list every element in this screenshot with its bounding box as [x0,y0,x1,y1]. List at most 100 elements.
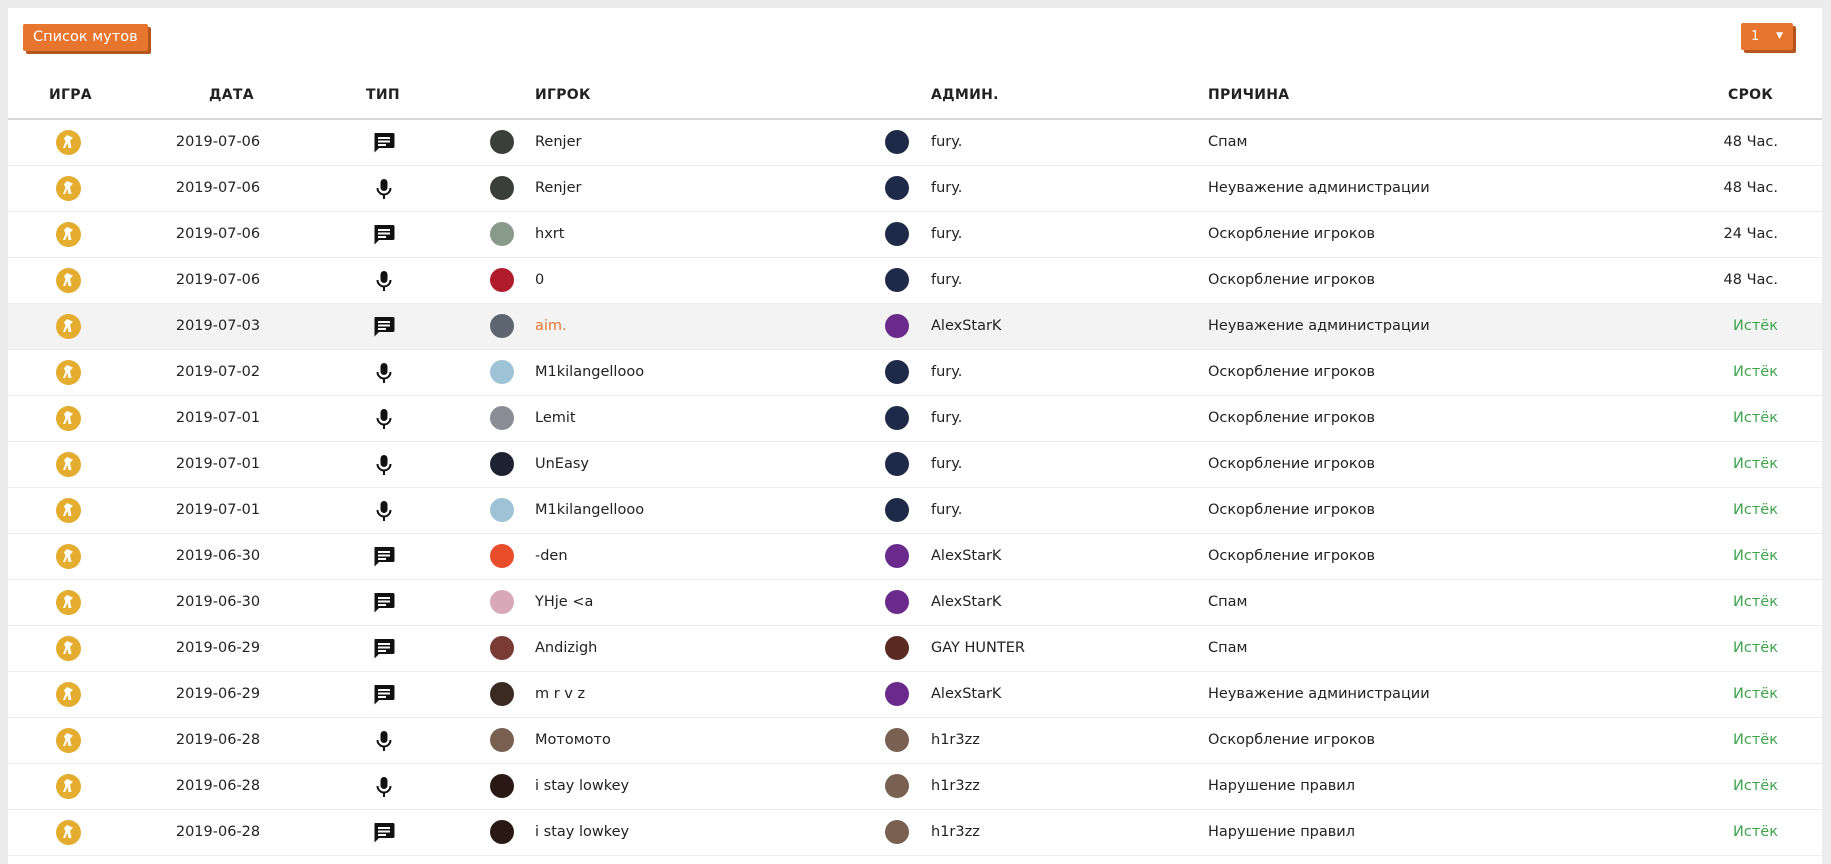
player-avatar[interactable] [490,498,514,522]
table-row[interactable]: 2019-07-06 hxrt fury. Оскорбление игроков 24… [8,212,1822,258]
table-row[interactable]: 2019-06-29 m r v z AlexStarK Неуважение адм… [8,672,1822,718]
player-name[interactable]: M1kilangellooo [535,350,644,395]
player-avatar[interactable] [490,314,514,338]
player-name[interactable]: M1kilangellooo [535,488,644,533]
player-name[interactable]: -den [535,534,568,579]
admin-avatar[interactable] [885,590,909,614]
column-reason[interactable]: ПРИЧИНА [1208,87,1289,103]
player-avatar[interactable] [490,590,514,614]
admin-name[interactable]: AlexStarK [931,304,1001,349]
admin-avatar[interactable] [885,728,909,752]
admin-name[interactable]: fury. [931,258,962,303]
player-name[interactable]: YHje <a [535,580,593,625]
player-name[interactable]: i stay lowkey [535,764,629,809]
player-avatar[interactable] [490,728,514,752]
player-avatar[interactable] [490,452,514,476]
admin-avatar[interactable] [885,222,909,246]
player-name[interactable]: Renjer [535,120,581,165]
admin-name[interactable]: AlexStarK [931,580,1001,625]
mute-table-body: 2019-07-06 Renjer fury. Спам 48 Час. 2019-07-… [8,120,1822,864]
table-row[interactable]: 2019-07-06 Renjer fury. Спам 48 Час. [8,120,1822,166]
column-date[interactable]: ДАТА [209,87,254,103]
player-name[interactable]: Andizigh [535,626,597,671]
player-avatar[interactable] [490,820,514,844]
player-avatar[interactable] [490,544,514,568]
column-admin[interactable]: АДМИН. [931,87,999,103]
admin-avatar[interactable] [885,406,909,430]
table-row[interactable]: 2019-06-28 Wonder❤déchirer fury. Неуважение… [8,856,1822,864]
player-name[interactable]: m r v z [535,672,585,717]
mute-list-button[interactable]: Список мутов [23,24,148,51]
admin-avatar[interactable] [885,544,909,568]
column-player[interactable]: ИГРОК [535,87,591,103]
player-name[interactable]: hxrt [535,212,564,257]
admin-name[interactable]: fury. [931,212,962,257]
table-row[interactable]: 2019-07-06 0 fury. Оскорбление игроков 48 Ча… [8,258,1822,304]
type-cell [373,810,395,855]
column-term[interactable]: СРОК [1728,87,1773,103]
admin-avatar[interactable] [885,774,909,798]
player-avatar[interactable] [490,636,514,660]
table-row[interactable]: 2019-06-28 Мотомото h1r3zz Оскорбление игро… [8,718,1822,764]
admin-avatar[interactable] [885,820,909,844]
admin-name[interactable]: fury. [931,396,962,441]
table-row[interactable]: 2019-07-01 M1kilangellooo fury. Оскорбление… [8,488,1822,534]
csgo-game-icon [56,498,81,523]
column-type[interactable]: ТИП [366,87,400,103]
admin-avatar[interactable] [885,636,909,660]
player-avatar[interactable] [490,682,514,706]
player-avatar-cell [490,672,514,717]
admin-name[interactable]: fury. [931,442,962,487]
player-name[interactable]: aim. [535,304,567,349]
table-row[interactable]: 2019-06-29 Andizigh GAY HUNTER Спам Истёк [8,626,1822,672]
player-name[interactable]: Wonder❤déchirer [535,856,663,864]
admin-name[interactable]: fury. [931,120,962,165]
player-name[interactable]: UnEasy [535,442,589,487]
csgo-game-icon [56,268,81,293]
page-select[interactable]: 1 ▼ [1741,23,1793,50]
admin-name[interactable]: GAY HUNTER [931,626,1025,671]
player-avatar[interactable] [490,268,514,292]
term-cell: Истёк [1733,410,1778,426]
admin-avatar[interactable] [885,498,909,522]
admin-name[interactable]: fury. [931,488,962,533]
table-row[interactable]: 2019-07-01 UnEasy fury. Оскорбление игроков… [8,442,1822,488]
table-row[interactable]: 2019-07-03 aim. AlexStarK Неуважение админи… [8,304,1822,350]
admin-avatar[interactable] [885,452,909,476]
player-name[interactable]: Lemit [535,396,576,441]
game-cell [56,810,81,855]
column-game[interactable]: ИГРА [49,87,92,103]
admin-name[interactable]: fury. [931,350,962,395]
admin-avatar[interactable] [885,360,909,384]
table-row[interactable]: 2019-06-30 -den AlexStarK Оскорбление игрок… [8,534,1822,580]
admin-avatar[interactable] [885,314,909,338]
admin-name[interactable]: fury. [931,856,962,864]
admin-avatar[interactable] [885,268,909,292]
table-row[interactable]: 2019-07-02 M1kilangellooo fury. Оскорбление… [8,350,1822,396]
admin-name[interactable]: AlexStarK [931,672,1001,717]
player-avatar[interactable] [490,176,514,200]
admin-name[interactable]: AlexStarK [931,534,1001,579]
player-name[interactable]: i stay lowkey [535,810,629,855]
player-avatar[interactable] [490,222,514,246]
admin-avatar[interactable] [885,176,909,200]
player-avatar[interactable] [490,360,514,384]
player-avatar[interactable] [490,406,514,430]
admin-name[interactable]: h1r3zz [931,810,980,855]
admin-name[interactable]: h1r3zz [931,718,980,763]
player-name[interactable]: Renjer [535,166,581,211]
admin-name[interactable]: fury. [931,166,962,211]
table-row[interactable]: 2019-07-06 Renjer fury. Неуважение админист… [8,166,1822,212]
admin-avatar[interactable] [885,682,909,706]
game-cell [56,212,81,257]
player-name[interactable]: 0 [535,258,544,303]
table-row[interactable]: 2019-06-28 i stay lowkey h1r3zz Нарушение п… [8,810,1822,856]
table-row[interactable]: 2019-06-30 YHje <a AlexStarK Спам Истёк [8,580,1822,626]
admin-name[interactable]: h1r3zz [931,764,980,809]
player-avatar[interactable] [490,130,514,154]
table-row[interactable]: 2019-06-28 i stay lowkey h1r3zz Нарушение п… [8,764,1822,810]
admin-avatar[interactable] [885,130,909,154]
player-avatar[interactable] [490,774,514,798]
player-name[interactable]: Мотомото [535,718,611,763]
table-row[interactable]: 2019-07-01 Lemit fury. Оскорбление игроков И… [8,396,1822,442]
